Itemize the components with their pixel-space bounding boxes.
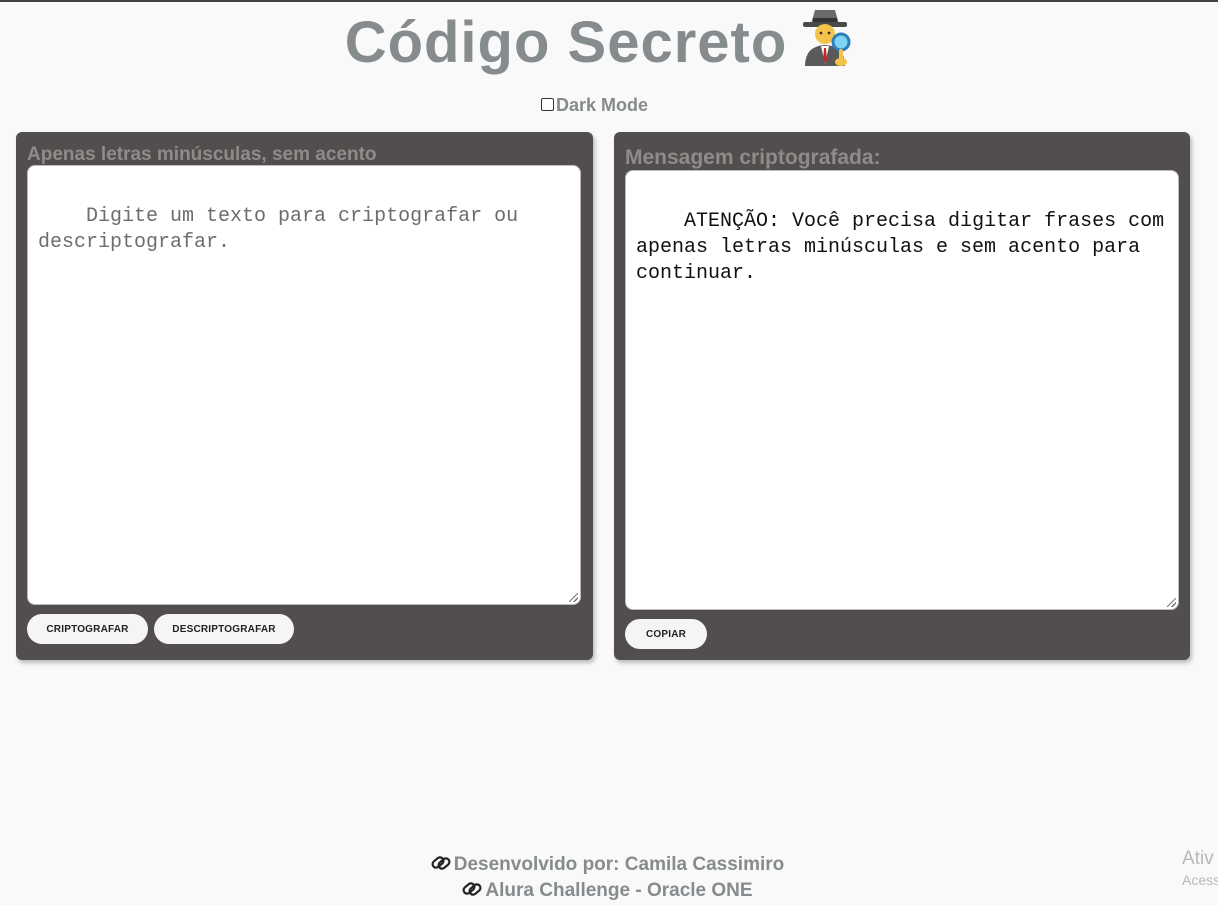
- page-title-text: Código Secreto: [344, 10, 788, 75]
- footer: Desenvolvido por: Camila Cassimiro Alura…: [0, 853, 1214, 905]
- watermark-line-2: Acess: [1182, 872, 1218, 888]
- dark-mode-label: Dark Mode: [556, 95, 649, 115]
- os-activation-watermark: Ativ Acess: [1182, 848, 1218, 890]
- result-text: ATENÇÃO: Você precisa digitar frases com…: [636, 210, 1177, 285]
- encrypt-panel: Apenas letras minúsculas, sem acento Dig…: [16, 132, 593, 660]
- result-label: Mensagem criptografada:: [625, 146, 881, 169]
- result-textarea[interactable]: ATENÇÃO: Você precisa digitar frases com…: [625, 170, 1179, 610]
- detective-icon: [795, 6, 855, 82]
- watermark-line-1: Ativ: [1182, 848, 1214, 869]
- dark-mode-checkbox[interactable]: [541, 98, 554, 111]
- decrypt-button[interactable]: DESCRIPTOGRAFAR: [154, 614, 294, 644]
- link-icon: [461, 879, 483, 905]
- input-textarea[interactable]: Digite um texto para criptografar ou des…: [27, 165, 581, 605]
- dark-mode-toggle[interactable]: Dark Mode: [541, 95, 648, 116]
- input-instruction-label: Apenas letras minúsculas, sem acento: [27, 144, 377, 165]
- result-panel: Mensagem criptografada: ATENÇÃO: Você pr…: [614, 132, 1190, 660]
- resize-handle-icon[interactable]: [1167, 598, 1176, 607]
- encrypt-button[interactable]: CRIPTOGRAFAR: [27, 614, 148, 644]
- link-icon: [430, 853, 452, 879]
- copy-button[interactable]: COPIAR: [625, 619, 707, 649]
- developer-link[interactable]: Desenvolvido por: Camila Cassimiro: [454, 854, 785, 875]
- challenge-link[interactable]: Alura Challenge - Oracle ONE: [485, 880, 752, 901]
- input-placeholder: Digite um texto para criptografar ou des…: [38, 205, 531, 254]
- page-title: Código Secreto: [0, 6, 1200, 82]
- resize-handle-icon[interactable]: [569, 593, 578, 602]
